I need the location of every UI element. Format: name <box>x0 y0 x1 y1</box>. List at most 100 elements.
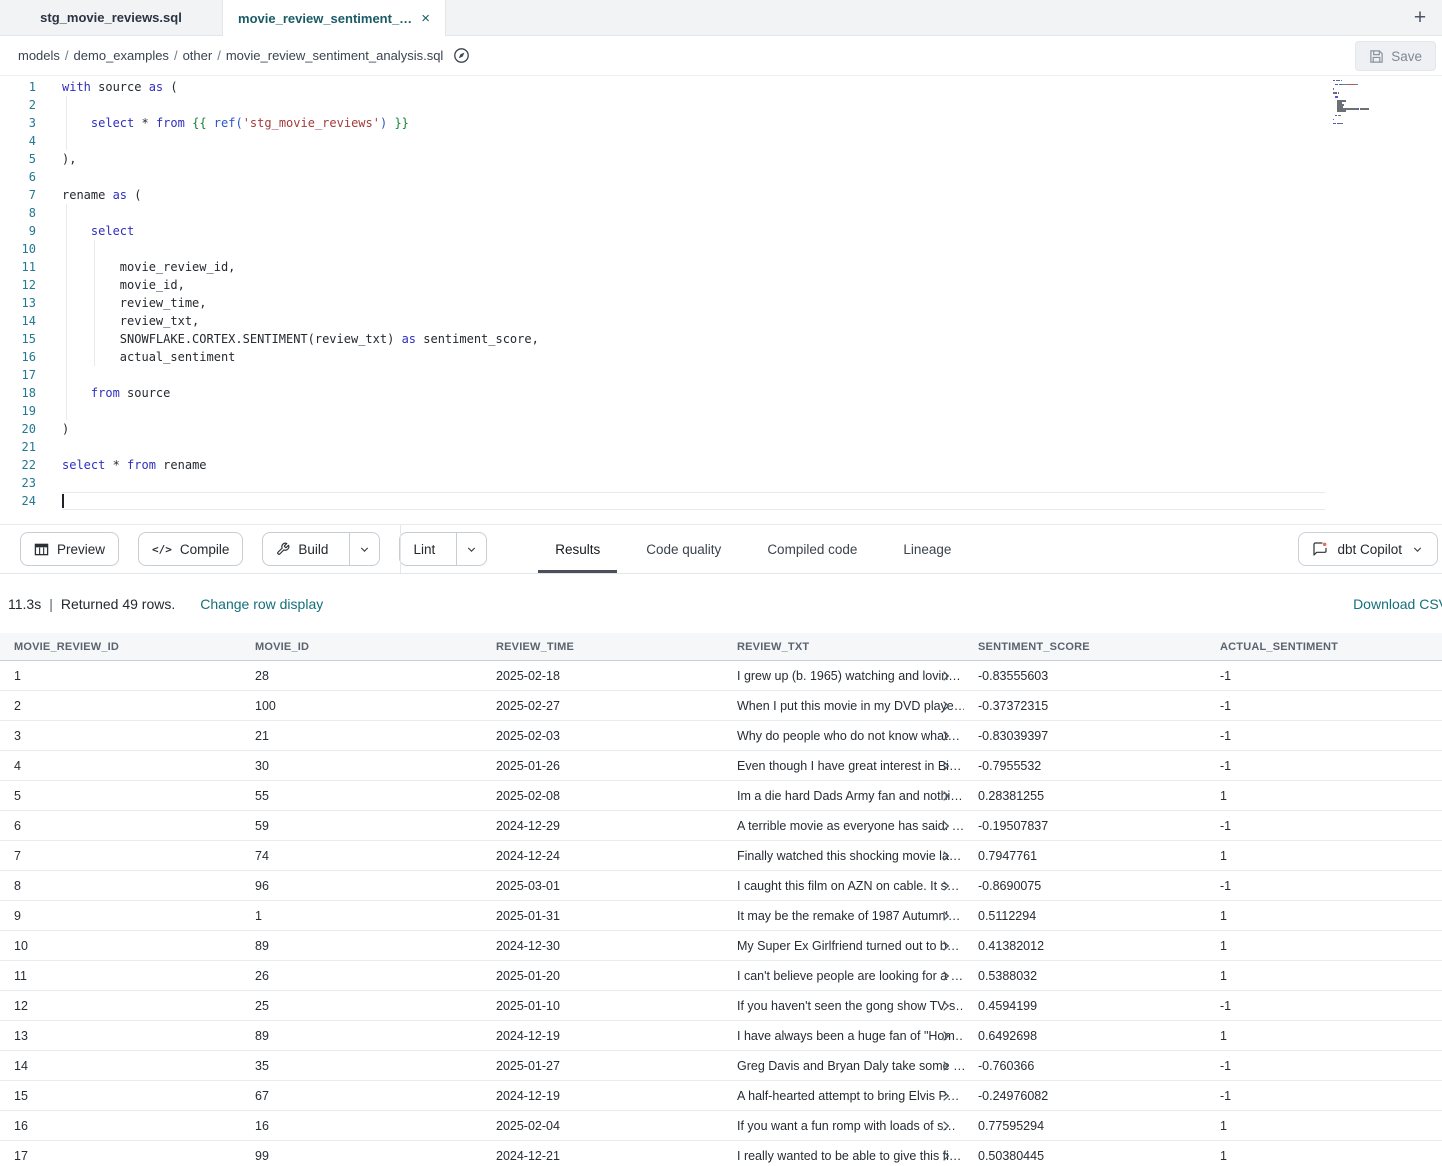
code-line[interactable]: 3 select * from {{ ref('stg_movie_review… <box>0 114 1325 132</box>
build-dropdown-button[interactable] <box>349 533 379 565</box>
code-line[interactable]: 5), <box>0 150 1325 168</box>
code-line[interactable]: 8 <box>0 204 1325 222</box>
cell-actual_sentiment: 1 <box>1206 909 1442 923</box>
save-button[interactable]: Save <box>1355 41 1436 71</box>
cell-movie_review_id: 3 <box>0 729 241 743</box>
compile-button[interactable]: </> Compile <box>138 532 243 566</box>
code-line[interactable]: 21 <box>0 438 1325 456</box>
code-line[interactable]: 11 movie_review_id, <box>0 258 1325 276</box>
expand-cell-icon[interactable] <box>942 670 950 681</box>
download-csv-link[interactable]: Download CSV <box>1353 596 1442 612</box>
chevron-down-icon <box>465 543 478 556</box>
results-tab-compiled-code[interactable]: Compiled code <box>744 525 880 573</box>
expand-cell-icon[interactable] <box>942 1090 950 1101</box>
code-line-content: select * from rename <box>62 456 1325 474</box>
breadcrumb-segment[interactable]: movie_review_sentiment_analysis.sql <box>226 48 444 63</box>
expand-cell-icon[interactable] <box>942 910 950 921</box>
cell-actual_sentiment: -1 <box>1206 1059 1442 1073</box>
code-line[interactable]: 2 <box>0 96 1325 114</box>
lint-button[interactable]: Lint <box>400 533 448 565</box>
code-line[interactable]: 23 <box>0 474 1325 492</box>
expand-cell-icon[interactable] <box>942 760 950 771</box>
code-line[interactable]: 6 <box>0 168 1325 186</box>
code-line[interactable]: 13 review_time, <box>0 294 1325 312</box>
expand-cell-icon[interactable] <box>942 1000 950 1011</box>
cell-review_txt: My Super Ex Girlfriend turned out to b… <box>723 939 964 953</box>
expand-cell-icon[interactable] <box>942 970 950 981</box>
save-label: Save <box>1391 49 1422 64</box>
breadcrumb-segment[interactable]: demo_examples <box>74 48 169 63</box>
change-row-display-link[interactable]: Change row display <box>200 596 323 612</box>
cell-review_txt: I caught this film on AZN on cable. It s… <box>723 879 964 893</box>
table-header-row: MOVIE_REVIEW_IDMOVIE_IDREVIEW_TIMEREVIEW… <box>0 633 1442 661</box>
file-tab-stg-movie-reviews[interactable]: stg_movie_reviews.sql <box>0 0 223 35</box>
file-tab-bar: stg_movie_reviews.sql movie_review_senti… <box>0 0 1442 36</box>
expand-cell-icon[interactable] <box>942 1030 950 1041</box>
code-line[interactable]: 15 SNOWFLAKE.CORTEX.SENTIMENT(review_txt… <box>0 330 1325 348</box>
code-line[interactable]: 4 <box>0 132 1325 150</box>
model-health-icon[interactable] <box>453 47 470 64</box>
close-tab-icon[interactable]: × <box>421 11 430 26</box>
line-number: 22 <box>0 456 36 474</box>
code-line[interactable]: 17 <box>0 366 1325 384</box>
code-line[interactable]: 18 from source <box>0 384 1325 402</box>
cell-sentiment_score: -0.19507837 <box>964 819 1206 833</box>
code-line[interactable]: 1with source as ( <box>0 78 1325 96</box>
results-tab-lineage[interactable]: Lineage <box>880 525 974 573</box>
cell-review_time: 2024-12-21 <box>482 1149 723 1163</box>
preview-button[interactable]: Preview <box>20 532 119 566</box>
results-tab-results[interactable]: Results <box>532 525 623 573</box>
expand-cell-icon[interactable] <box>942 1120 950 1131</box>
cell-review_txt: It may be the remake of 1987 Autumn'… <box>723 909 964 923</box>
expand-cell-icon[interactable] <box>942 820 950 831</box>
code-line[interactable]: 24 <box>0 492 1325 510</box>
expand-cell-icon[interactable] <box>942 880 950 891</box>
expand-cell-icon[interactable] <box>942 850 950 861</box>
expand-cell-icon[interactable] <box>942 1060 950 1071</box>
expand-cell-icon[interactable] <box>942 730 950 741</box>
file-tab-movie-review-sentiment[interactable]: movie_review_sentiment_… × <box>223 0 446 36</box>
review-text: I have always been a huge fan of "Hom… <box>737 1029 964 1043</box>
cell-review_time: 2025-01-31 <box>482 909 723 923</box>
save-icon <box>1369 49 1384 64</box>
chevron-down-icon <box>358 543 371 556</box>
breadcrumb-segment[interactable]: other <box>183 48 213 63</box>
breadcrumb-segment[interactable]: models <box>18 48 60 63</box>
cell-actual_sentiment: -1 <box>1206 879 1442 893</box>
editor-minimap[interactable] <box>1325 80 1442 129</box>
expand-cell-icon[interactable] <box>942 1150 950 1161</box>
cell-sentiment_score: 0.6492698 <box>964 1029 1206 1043</box>
code-line-content: movie_review_id, <box>62 258 1325 276</box>
new-tab-button[interactable]: + <box>1406 4 1434 32</box>
cell-sentiment_score: -0.83039397 <box>964 729 1206 743</box>
code-line[interactable]: 10 <box>0 240 1325 258</box>
code-line[interactable]: 22 select * from rename <box>0 456 1325 474</box>
code-line-content <box>62 366 1325 384</box>
code-line-content: review_txt, <box>62 312 1325 330</box>
cell-sentiment_score: 0.4594199 <box>964 999 1206 1013</box>
build-button[interactable]: Build <box>263 533 341 565</box>
code-editor[interactable]: 1with source as (23 select * from {{ ref… <box>0 76 1442 524</box>
cell-sentiment_score: -0.24976082 <box>964 1089 1206 1103</box>
code-line[interactable]: 19 <box>0 402 1325 420</box>
cell-movie_id: 100 <box>241 699 482 713</box>
expand-cell-icon[interactable] <box>942 790 950 801</box>
cell-movie_id: 67 <box>241 1089 482 1103</box>
cell-movie_review_id: 15 <box>0 1089 241 1103</box>
code-line[interactable]: 9 select <box>0 222 1325 240</box>
line-number: 1 <box>0 78 36 96</box>
code-line[interactable]: 20) <box>0 420 1325 438</box>
results-tab-code-quality[interactable]: Code quality <box>623 525 744 573</box>
code-line[interactable]: 12 movie_id, <box>0 276 1325 294</box>
dbt-copilot-button[interactable]: dbt Copilot <box>1298 532 1438 566</box>
review-text: Im a die hard Dads Army fan and nothi… <box>737 789 963 803</box>
code-line[interactable]: 14 review_txt, <box>0 312 1325 330</box>
expand-cell-icon[interactable] <box>942 700 950 711</box>
lint-dropdown-button[interactable] <box>456 533 486 565</box>
toolbar-divider <box>400 525 401 573</box>
code-line[interactable]: 7rename as ( <box>0 186 1325 204</box>
review-text: Even though I have great interest in Bi… <box>737 759 961 773</box>
expand-cell-icon[interactable] <box>942 940 950 951</box>
cell-review_time: 2025-02-03 <box>482 729 723 743</box>
code-line[interactable]: 16 actual_sentiment <box>0 348 1325 366</box>
